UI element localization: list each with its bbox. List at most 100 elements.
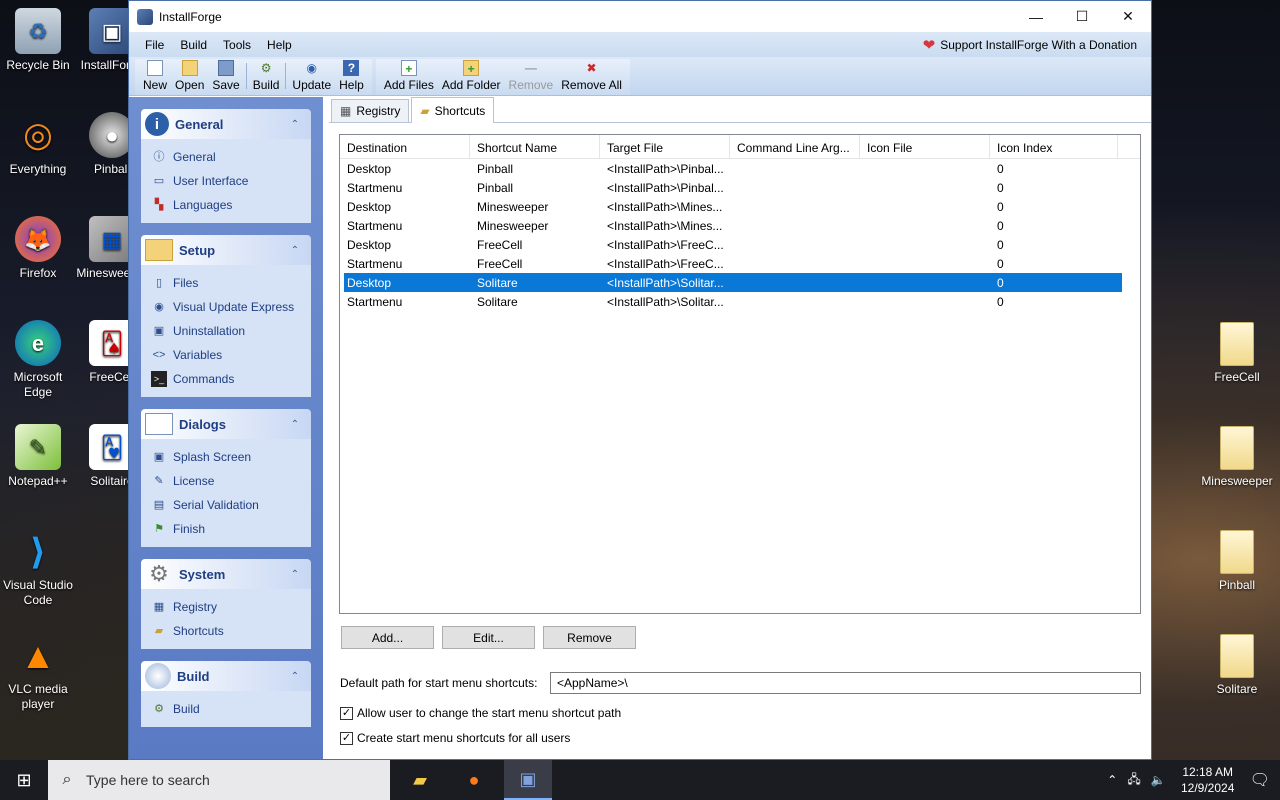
sidebar-group-header[interactable]: Setup ⌃ <box>141 235 311 265</box>
remove-all-button[interactable]: ✖ Remove All <box>557 60 626 92</box>
collapse-chevron-icon[interactable]: ⌃ <box>287 419 303 430</box>
minimize-button[interactable]: — <box>1013 1 1059 32</box>
column-header-icon-index[interactable]: Icon Index <box>990 135 1118 158</box>
sidebar-group-body: ▯ Files ◉ Visual Update Express ▣ Uninstall… <box>141 265 311 397</box>
start-menu-path-input[interactable]: <AppName>\ <box>550 672 1141 694</box>
desktop-icon-notepadpp[interactable]: ✎ Notepad++ <box>0 424 76 489</box>
desktop-icon-vlc[interactable]: ▲ VLC media player <box>0 632 76 712</box>
close-button[interactable]: ✕ <box>1105 1 1151 32</box>
allow-change-path-checkbox[interactable]: ✓ Allow user to change the start menu sh… <box>340 706 621 720</box>
sidebar-item-commands[interactable]: >_ Commands <box>151 367 311 391</box>
column-header-command-line-args[interactable]: Command Line Arg... <box>730 135 860 158</box>
build-button[interactable]: ⚙ Build <box>249 60 284 92</box>
collapse-chevron-icon[interactable]: ⌃ <box>287 671 303 682</box>
table-row[interactable]: Desktop Solitare <InstallPath>\Solitar... 0 <box>344 273 1122 292</box>
all-users-shortcuts-checkbox[interactable]: ✓ Create start menu shortcuts for all us… <box>340 731 570 745</box>
table-cell: 0 <box>997 238 1004 252</box>
tab-registry[interactable]: ▦ Registry <box>331 99 410 122</box>
add-shortcut-button[interactable]: Add... <box>341 626 434 649</box>
add-files-button[interactable]: + Add Files <box>380 60 438 92</box>
sidebar-item-label: Registry <box>173 600 218 614</box>
table-row[interactable]: Desktop Pinball <InstallPath>\Pinbal... 0 <box>344 159 1122 178</box>
column-header-shortcut-name[interactable]: Shortcut Name <box>470 135 600 158</box>
registry-icon: ▦ <box>340 104 352 118</box>
shortcuts-list[interactable]: Destination Shortcut Name Target File Co… <box>339 134 1141 614</box>
show-hidden-icons-chevron-icon[interactable]: ⌃ <box>1107 773 1117 787</box>
remove-shortcut-button[interactable]: Remove <box>543 626 636 649</box>
menu-file[interactable]: File <box>137 38 172 52</box>
sidebar-item-visual-update-express[interactable]: ◉ Visual Update Express <box>151 295 311 319</box>
column-header-target-file[interactable]: Target File <box>600 135 730 158</box>
sidebar-item-serial-validation[interactable]: ▤ Serial Validation <box>151 493 311 517</box>
collapse-chevron-icon[interactable]: ⌃ <box>287 569 303 580</box>
notifications-icon[interactable]: 🗨 <box>1250 770 1270 790</box>
sidebar-item-finish[interactable]: ⚑ Finish <box>151 517 311 541</box>
menu-help[interactable]: Help <box>259 38 300 52</box>
edit-shortcut-button[interactable]: Edit... <box>442 626 535 649</box>
collapse-chevron-icon[interactable]: ⌃ <box>287 119 303 130</box>
sidebar-group-header[interactable]: i General ⌃ <box>141 109 311 139</box>
update-button[interactable]: ◉ Update <box>288 60 335 92</box>
taskbar-file-explorer[interactable]: ▰ <box>396 760 444 800</box>
table-row[interactable]: Desktop FreeCell <InstallPath>\FreeC... 0 <box>344 235 1122 254</box>
sidebar-item-files[interactable]: ▯ Files <box>151 271 311 295</box>
maximize-button[interactable]: ☐ <box>1059 1 1105 32</box>
table-row[interactable]: Startmenu Minesweeper <InstallPath>\Mines.… <box>344 216 1122 235</box>
sidebar-item-registry[interactable]: ▦ Registry <box>151 595 311 619</box>
start-button[interactable]: ⊞ <box>0 760 48 800</box>
menu-tools[interactable]: Tools <box>215 38 259 52</box>
sidebar-group-header[interactable]: Build ⌃ <box>141 661 311 691</box>
desktop-icon-firefox[interactable]: 🦊 Firefox <box>0 216 76 281</box>
clock[interactable]: 12:18 AM 12/9/2024 <box>1176 764 1240 796</box>
desktop-folder-pinball[interactable]: Pinball <box>1197 530 1277 592</box>
desktop-icon-vscode[interactable]: ⟩ Visual Studio Code <box>0 528 76 608</box>
taskbar-search[interactable]: ⌕ Type here to search <box>48 760 390 800</box>
open-button[interactable]: Open <box>171 60 208 92</box>
sidebar-item-variables[interactable]: <> Variables <box>151 343 311 367</box>
sidebar-item-user-interface[interactable]: ▭ User Interface <box>151 169 311 193</box>
table-cell: Pinball <box>477 181 514 195</box>
table-row[interactable]: Startmenu Solitare <InstallPath>\Solitar..… <box>344 292 1122 311</box>
sidebar-item-shortcuts[interactable]: ▰ Shortcuts <box>151 619 311 643</box>
title-bar[interactable]: InstallForge — ☐ ✕ <box>129 1 1151 32</box>
help-button[interactable]: ? Help <box>335 60 368 92</box>
sidebar-item-build[interactable]: ⚙ Build <box>151 697 311 721</box>
sidebar-item-label: User Interface <box>173 174 249 188</box>
sidebar-item-splash-screen[interactable]: ▣ Splash Screen <box>151 445 311 469</box>
desktop-folder-solitare[interactable]: Solitare <box>1197 634 1277 696</box>
remove-toolbar-button[interactable]: — Remove <box>505 60 558 92</box>
add-folder-button[interactable]: + Add Folder <box>438 60 505 92</box>
donate-link[interactable]: ❤ Support InstallForge With a Donation <box>923 36 1137 54</box>
taskbar-installforge[interactable]: ▣ <box>504 760 552 800</box>
installforge-icon: ▣ <box>519 768 537 789</box>
sidebar-item-uninstallation[interactable]: ▣ Uninstallation <box>151 319 311 343</box>
sidebar-item-label: Build <box>173 702 200 716</box>
desktop-folder-freecell[interactable]: FreeCell <box>1197 322 1277 384</box>
desktop-icon-recycle-bin[interactable]: ♻ Recycle Bin <box>0 8 76 73</box>
tab-shortcuts[interactable]: ▰ Shortcuts <box>411 97 495 123</box>
desktop-folder-minesweeper[interactable]: Minesweeper <box>1197 426 1277 488</box>
taskbar-firefox[interactable]: ● <box>450 760 498 800</box>
volume-icon[interactable]: 🔈 <box>1151 773 1166 787</box>
sidebar-group-header[interactable]: Dialogs ⌃ <box>141 409 311 439</box>
serial-icon: ▤ <box>153 499 165 511</box>
table-row[interactable]: Startmenu Pinball <InstallPath>\Pinbal... 0 <box>344 178 1122 197</box>
sidebar-item-general[interactable]: ⓘ General <box>151 145 311 169</box>
desktop-icon-everything[interactable]: ◎ Everything <box>0 112 76 177</box>
sidebar-item-license[interactable]: ✎ License <box>151 469 311 493</box>
column-header-icon-file[interactable]: Icon File <box>860 135 990 158</box>
collapse-chevron-icon[interactable]: ⌃ <box>287 245 303 256</box>
desktop-icon-microsoft-edge[interactable]: e Microsoft Edge <box>0 320 76 400</box>
menu-build[interactable]: Build <box>172 38 215 52</box>
sidebar-group-header[interactable]: ⚙ System ⌃ <box>141 559 311 589</box>
sidebar-item-languages[interactable]: ▚ Languages <box>151 193 311 217</box>
everything-icon: ◎ <box>23 115 53 154</box>
network-icon[interactable]: 🖧 <box>1127 770 1140 791</box>
table-row[interactable]: Desktop Minesweeper <InstallPath>\Mines...… <box>344 197 1122 216</box>
new-button-label: New <box>143 78 168 92</box>
checkbox-checked-icon: ✓ <box>340 731 353 745</box>
new-button[interactable]: New <box>139 60 171 92</box>
table-row[interactable]: Startmenu FreeCell <InstallPath>\FreeC... 0 <box>344 254 1122 273</box>
column-header-destination[interactable]: Destination <box>340 135 470 158</box>
save-button[interactable]: Save <box>208 60 243 92</box>
